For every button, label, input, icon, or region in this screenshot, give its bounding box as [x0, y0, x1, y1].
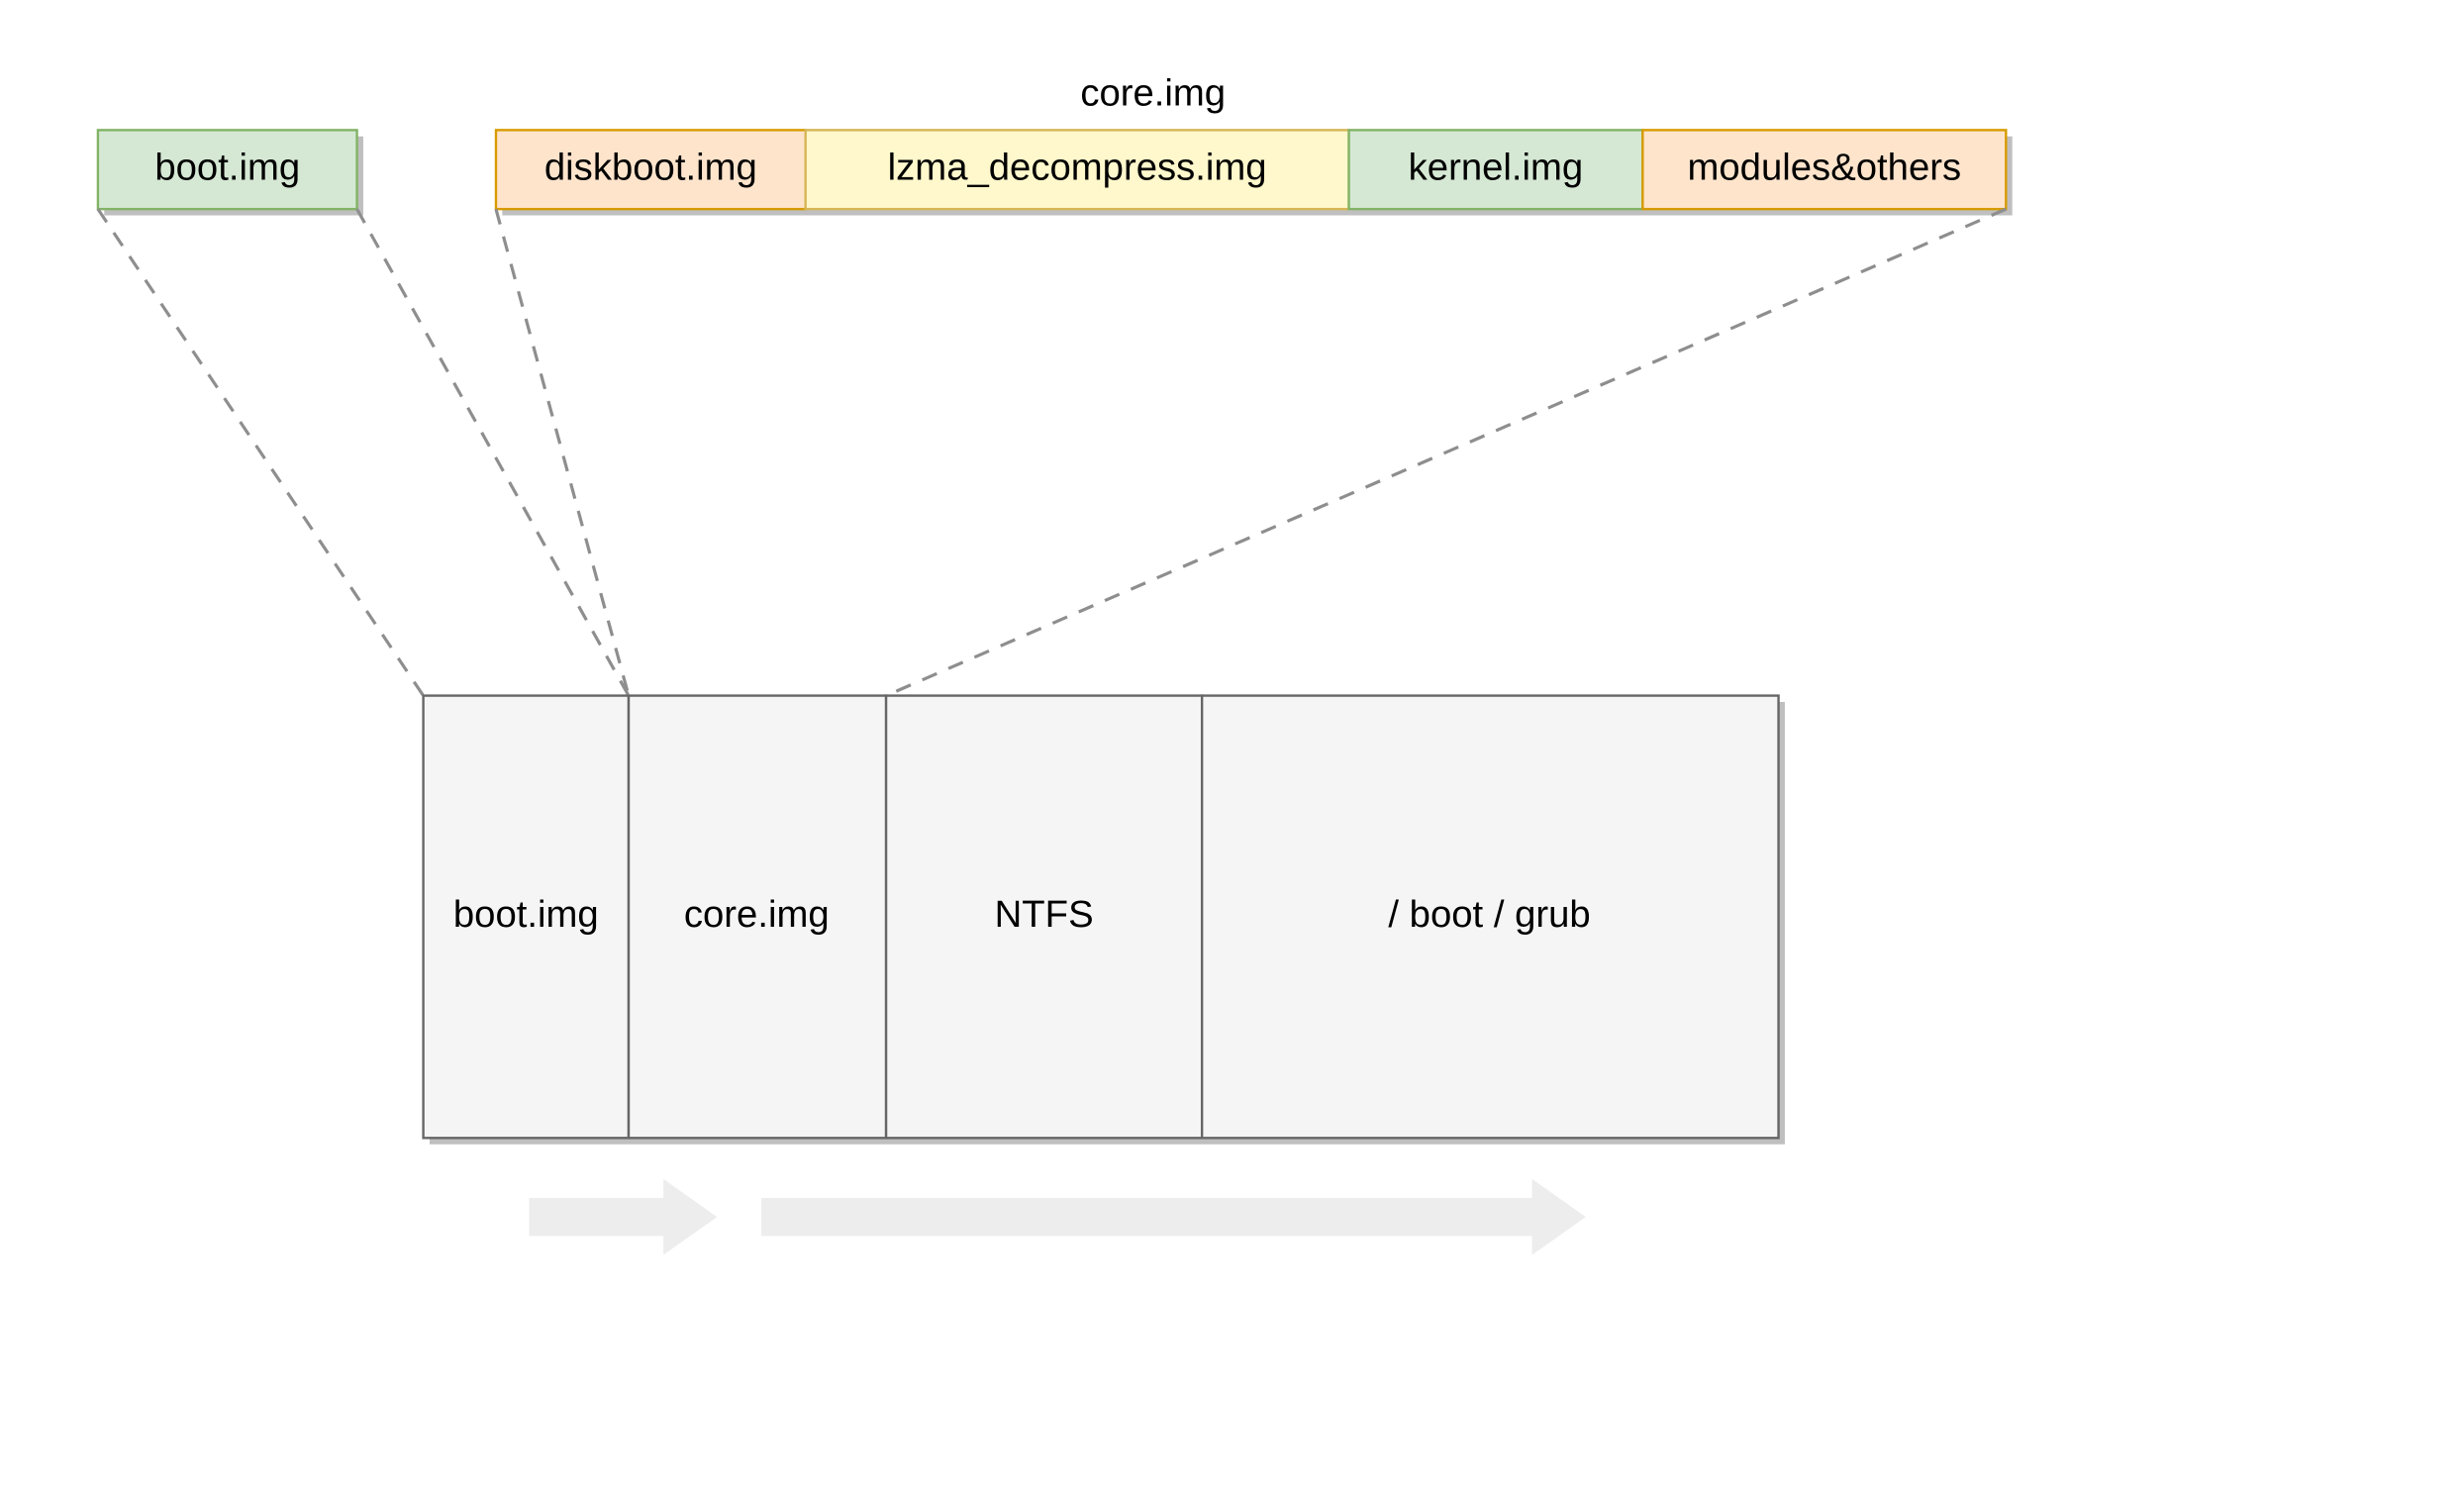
- arrow-long: [761, 1179, 1586, 1255]
- flow-arrows: [529, 1179, 1585, 1255]
- top-block-kernel: kernel.img: [1349, 130, 1643, 209]
- top-block-modules: modules&others: [1642, 130, 2006, 209]
- disk-block-grub: / boot / grub: [1202, 696, 1778, 1139]
- top-block-diskboot-label: diskboot.img: [544, 146, 757, 188]
- connector-lines: [98, 209, 2006, 695]
- disk-block-boot-label: boot.img: [453, 893, 599, 936]
- top-block-lzma: lzma_decompress.img: [806, 130, 1349, 209]
- disk-block-ntfs-label: NTFS: [995, 893, 1094, 936]
- top-block-lzma-label: lzma_decompress.img: [888, 146, 1267, 188]
- disk-block-core-label: core.img: [684, 893, 830, 936]
- top-block-modules-label: modules&others: [1688, 146, 1962, 188]
- disk-block-boot: boot.img: [424, 696, 629, 1139]
- top-block-kernel-label: kernel.img: [1409, 146, 1584, 188]
- top-block-diskboot: diskboot.img: [496, 130, 806, 209]
- disk-block-core: core.img: [629, 696, 886, 1139]
- disk-block-grub-label: / boot / grub: [1388, 893, 1590, 936]
- disk-block-ntfs: NTFS: [886, 696, 1202, 1139]
- arrow-short: [529, 1179, 717, 1255]
- core-img-title: core.img: [1080, 71, 1226, 114]
- top-block-boot-label: boot.img: [154, 146, 300, 188]
- top-block-boot: boot.img: [98, 130, 363, 215]
- boot-diagram: core.img boot.img diskboot.img lzma_deco…: [0, 0, 2464, 1505]
